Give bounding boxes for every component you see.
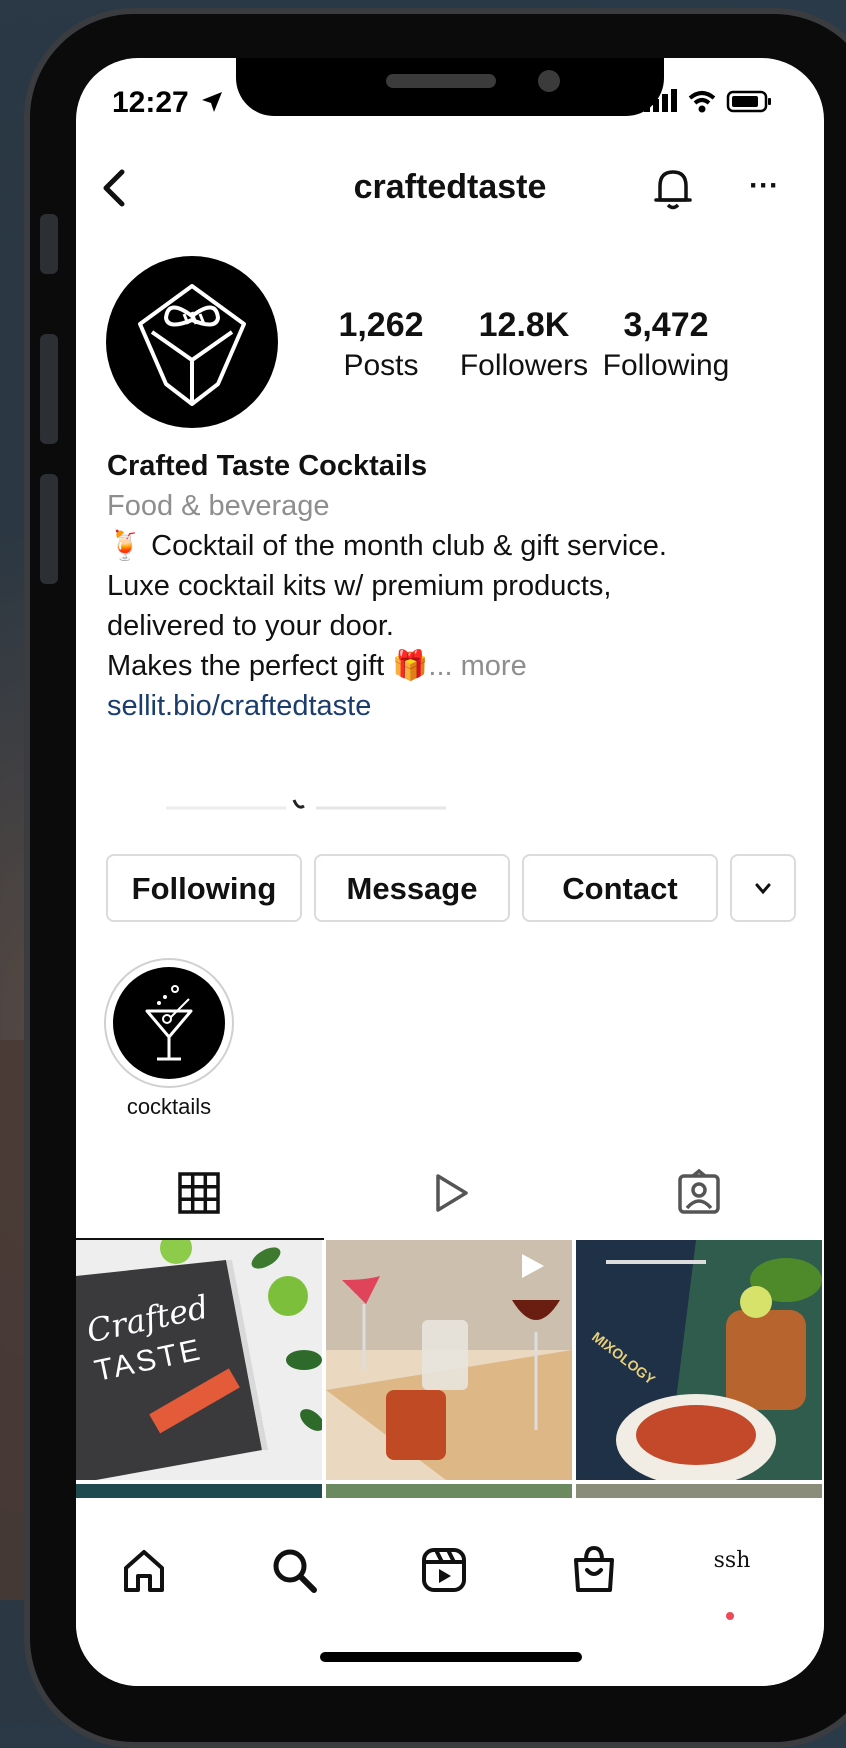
following-count: 3,472 xyxy=(623,306,709,344)
chevron-down-icon xyxy=(755,883,771,895)
posts-label: Posts xyxy=(343,349,419,382)
display-name: Crafted Taste Cocktails xyxy=(107,450,428,482)
post-thumbnail-1[interactable]: Crafted TASTE xyxy=(76,1240,322,1480)
more-link[interactable]: ... more xyxy=(428,650,526,682)
reels-tab-icon[interactable] xyxy=(426,1168,476,1218)
home-icon[interactable] xyxy=(116,1542,172,1598)
volume-up-button xyxy=(40,334,58,444)
bio-line-2: Luxe cocktail kits w/ premium products, xyxy=(107,570,612,602)
story-highlight-cocktails[interactable] xyxy=(104,958,234,1088)
location-arrow-icon xyxy=(202,92,222,112)
bio-line-3: delivered to your door. xyxy=(107,610,394,642)
battery-icon xyxy=(726,90,771,113)
phone-screen: 12:27 craftedtaste ··· 1,262 Posts 12.8K… xyxy=(76,58,824,1686)
mute-switch xyxy=(40,214,58,274)
followers-stat[interactable]: 12.8K Followers xyxy=(454,306,594,383)
post-thumbnail-3[interactable]: MIXOLOGY xyxy=(576,1240,822,1480)
blurred-text-artifact xyxy=(166,799,446,810)
notch xyxy=(236,58,664,116)
post-thumbnail-2[interactable] xyxy=(326,1240,572,1480)
tagged-tab-icon[interactable] xyxy=(674,1168,724,1218)
following-stat[interactable]: 3,472 Following xyxy=(598,306,734,383)
home-indicator[interactable] xyxy=(320,1652,582,1662)
gift-box-logo-icon xyxy=(138,284,246,406)
profile-avatar[interactable] xyxy=(106,256,278,428)
bio-line-1: 🍹 Cocktail of the month club & gift serv… xyxy=(107,530,667,562)
martini-glass-icon xyxy=(145,985,193,1061)
posts-count: 1,262 xyxy=(338,306,424,344)
front-camera xyxy=(538,70,560,92)
search-icon[interactable] xyxy=(266,1542,322,1598)
suggested-accounts-button[interactable] xyxy=(730,854,796,922)
reels-icon[interactable] xyxy=(416,1542,472,1598)
notification-bell-icon[interactable] xyxy=(648,158,698,218)
shop-icon[interactable] xyxy=(566,1542,622,1598)
category-label: Food & beverage xyxy=(107,490,330,522)
bio-line-4-wrap: Makes the perfect gift 🎁... more xyxy=(107,646,807,686)
posts-stat[interactable]: 1,262 Posts xyxy=(326,306,436,383)
following-button[interactable]: Following xyxy=(106,854,302,922)
contact-button[interactable]: Contact xyxy=(522,854,718,922)
post-image-2 xyxy=(326,1240,572,1480)
profile-bio: Crafted Taste Cocktails Food & beverage … xyxy=(107,446,807,726)
status-time: 12:27 xyxy=(112,86,189,119)
followers-label: Followers xyxy=(459,349,589,382)
posts-grid: Crafted TASTE MIXOLOGY xyxy=(76,1240,824,1500)
more-options-icon[interactable]: ··· xyxy=(734,156,794,216)
volume-down-button xyxy=(40,474,58,584)
grid-tab-icon[interactable] xyxy=(174,1168,224,1218)
message-button[interactable]: Message xyxy=(314,854,510,922)
followers-count: 12.8K xyxy=(478,306,570,344)
profile-tab[interactable]: ssh xyxy=(702,1548,762,1604)
bio-link[interactable]: sellit.bio/craftedtaste xyxy=(107,686,807,726)
bio-line-4: Makes the perfect gift 🎁 xyxy=(107,650,429,682)
wifi-icon xyxy=(688,91,716,113)
highlight-cover xyxy=(113,967,225,1079)
speaker xyxy=(386,74,496,88)
following-label: Following xyxy=(602,349,730,382)
highlight-label: cocktails xyxy=(126,1094,212,1119)
notification-dot xyxy=(726,1612,734,1620)
profile-username: craftedtaste xyxy=(353,168,547,206)
